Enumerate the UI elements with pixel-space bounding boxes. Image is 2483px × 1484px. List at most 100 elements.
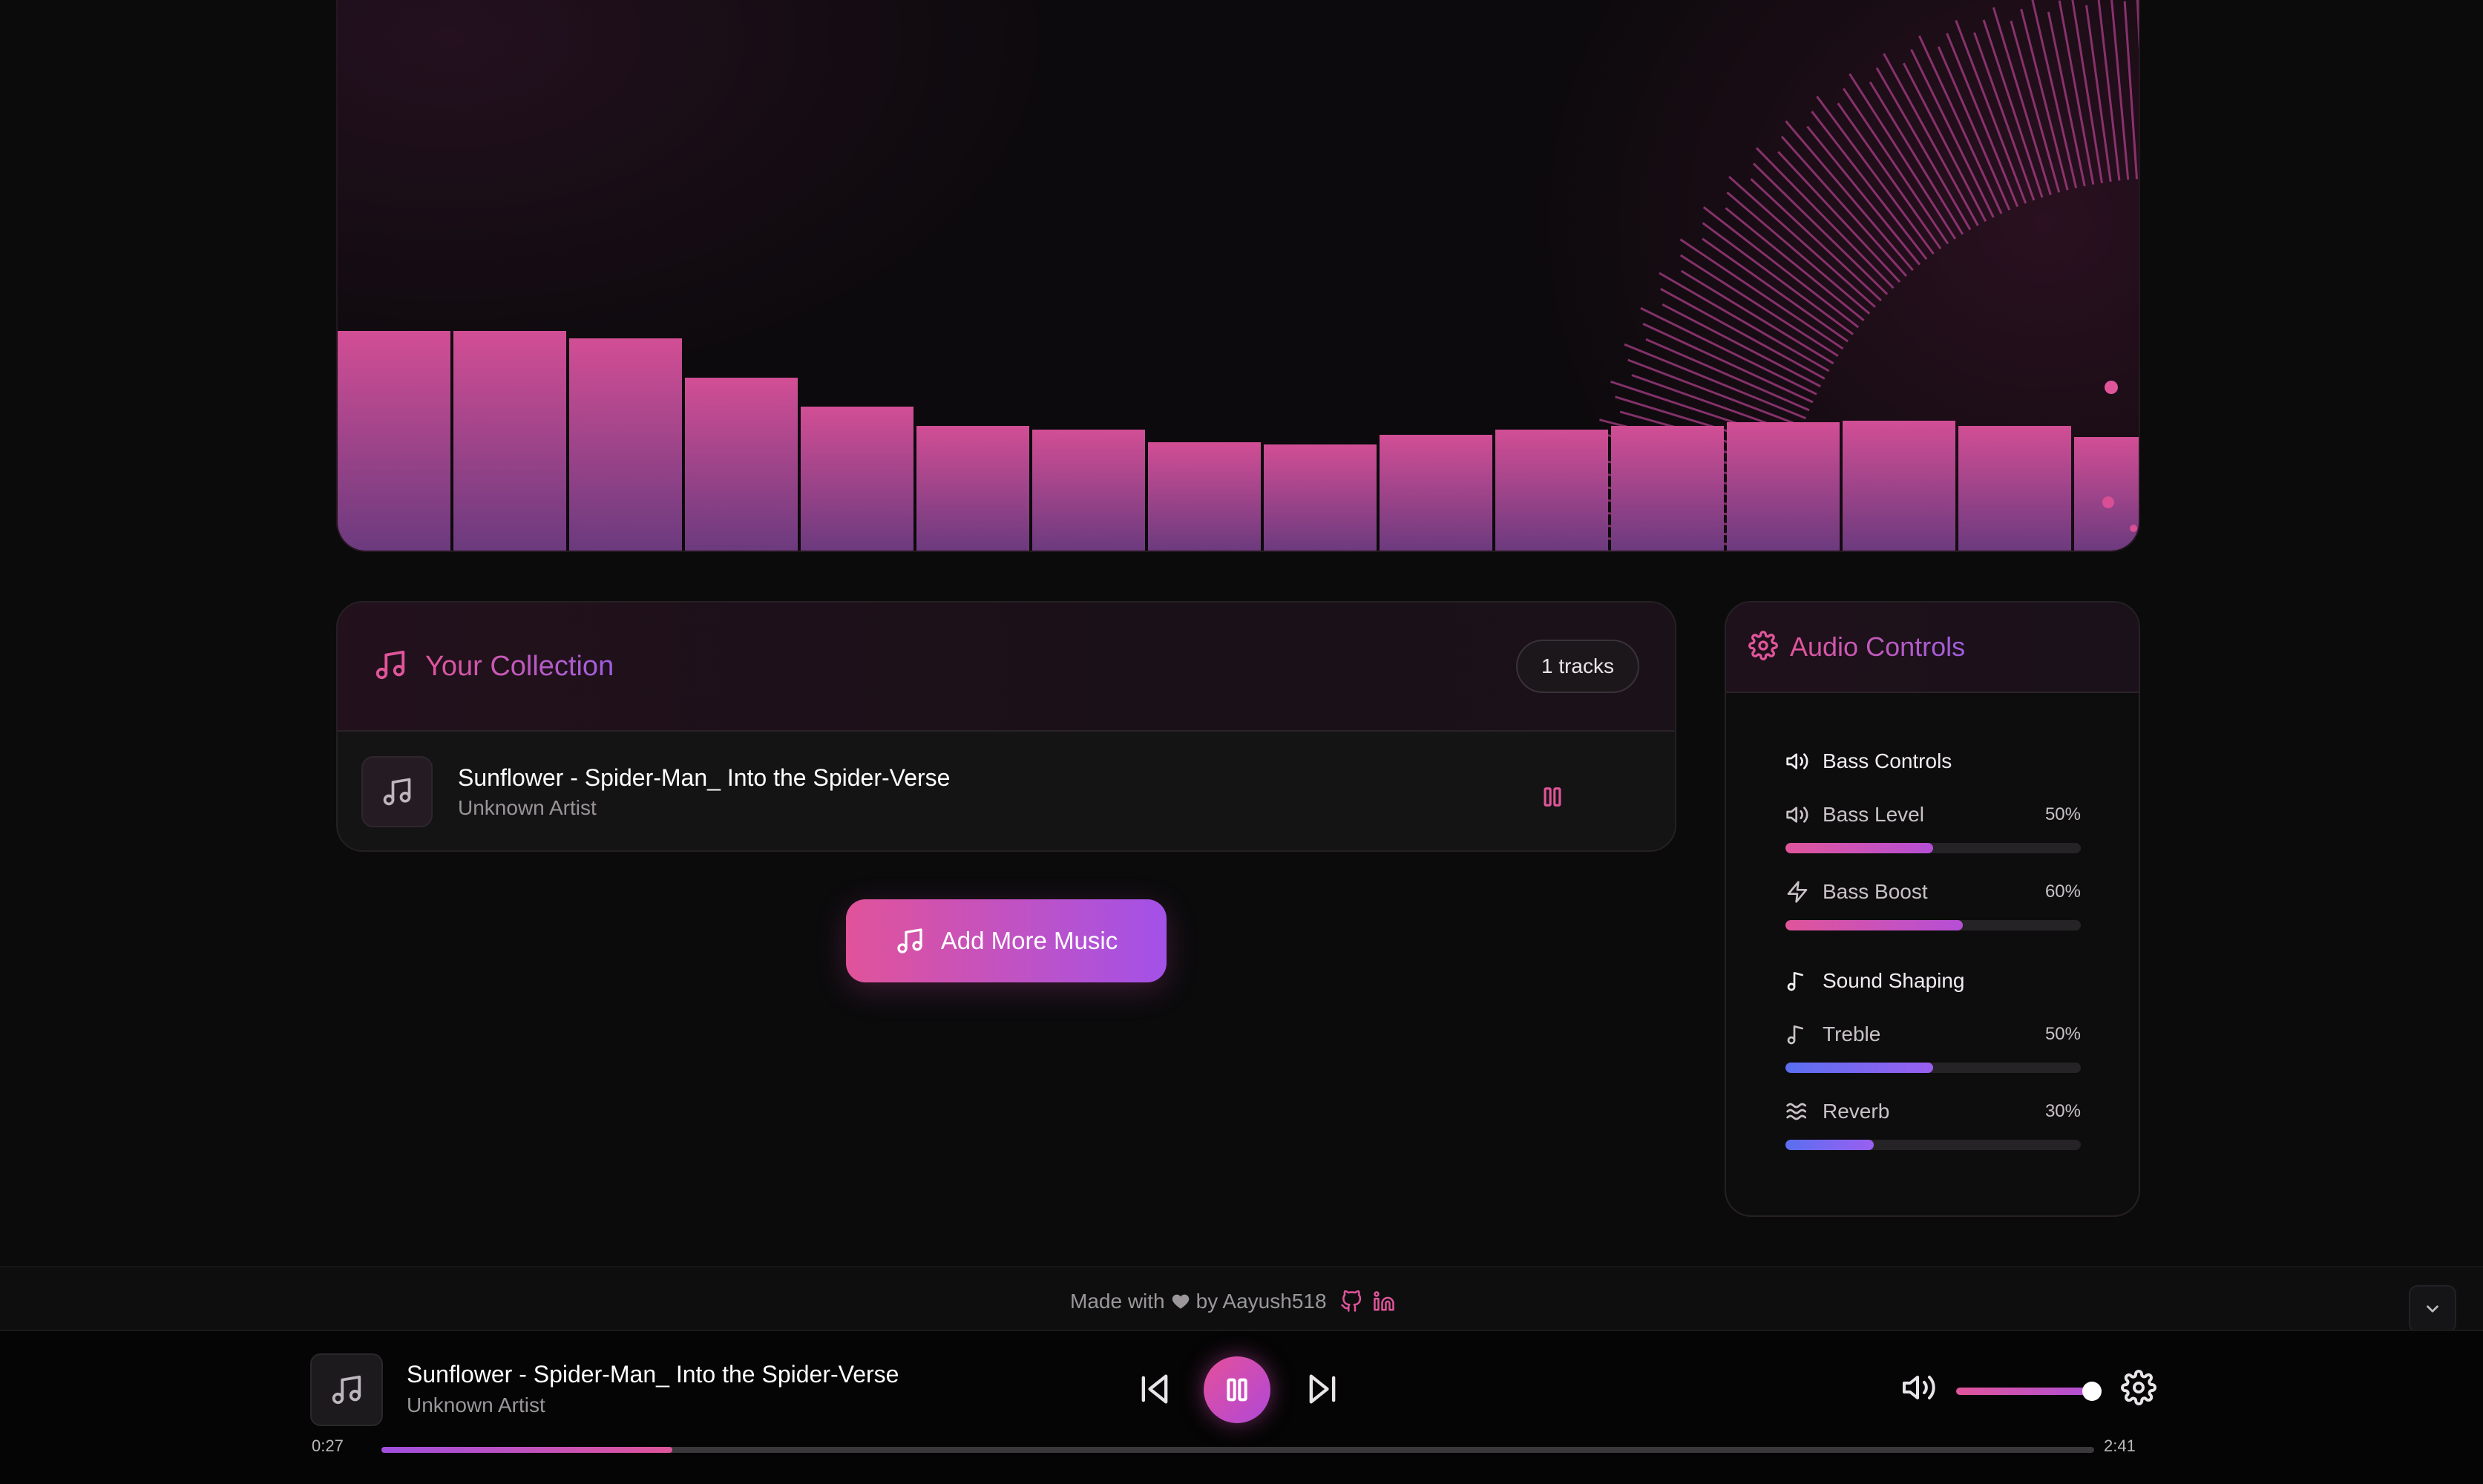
- visualizer-bar: [453, 331, 566, 551]
- visualizer-ray: [2010, 20, 2061, 193]
- bass-level-value: 50%: [2044, 804, 2081, 824]
- volume-icon: [1903, 1376, 1935, 1399]
- audio-visualizer: [336, 0, 2140, 552]
- visualizer-ray: [1918, 35, 2003, 214]
- bass-level-control[interactable]: Bass Level 50%: [1785, 803, 2081, 853]
- bass-controls-heading: Bass Controls: [1785, 749, 1952, 773]
- visualizer-ray: [2136, 0, 2139, 51]
- visualizer-bar: [1727, 422, 1840, 551]
- visualizer-ray: [1702, 206, 1860, 329]
- linkedin-icon[interactable]: [1373, 1290, 1395, 1313]
- add-more-music-label: Add More Music: [940, 927, 1118, 954]
- bass-boost-control[interactable]: Bass Boost 60%: [1785, 880, 2081, 930]
- visualizer-bar: [1032, 430, 1145, 551]
- next-track-button[interactable]: [1303, 1370, 1342, 1412]
- heart-icon: [1172, 1294, 1189, 1309]
- music-note-icon: [897, 928, 922, 953]
- now-playing-title: Sunflower - Spider-Man_ Into the Spider-…: [407, 1361, 899, 1388]
- elapsed-time: 0:27: [312, 1437, 344, 1455]
- bass-level-label: Bass Level: [1823, 803, 1924, 826]
- audio-controls-panel: Audio Controls Bass Controls Bass Level …: [1725, 601, 2140, 1217]
- particle-dot: [2130, 525, 2137, 532]
- pause-icon: [1544, 787, 1561, 807]
- sound-shaping-heading: Sound Shaping: [1785, 969, 1965, 993]
- lightning-icon: [1787, 881, 1808, 903]
- treble-fill: [1785, 1063, 1933, 1073]
- collection-header: Your Collection 1 tracks: [338, 603, 1675, 732]
- treble-label: Treble: [1823, 1022, 1881, 1045]
- github-icon[interactable]: [1340, 1290, 1362, 1313]
- particle-dot: [2105, 381, 2118, 394]
- settings-button[interactable]: [2121, 1370, 2156, 1409]
- collection-title: Your Collection: [425, 650, 614, 682]
- visualizer-bar: [1264, 444, 1377, 551]
- track-pause-button[interactable]: [1525, 769, 1580, 824]
- seek-bar[interactable]: [381, 1447, 2094, 1453]
- gear-icon: [1748, 630, 1778, 664]
- treble-slider[interactable]: [1785, 1063, 2081, 1073]
- visualizer-ray: [1869, 81, 1964, 235]
- visualizer-ray: [1816, 96, 1935, 255]
- bass-level-slider[interactable]: [1785, 843, 2081, 853]
- track-artist: Unknown Artist: [458, 795, 597, 819]
- footer: Made with by Aayush518: [0, 1266, 2483, 1333]
- visualizer-bar: [1958, 426, 2071, 551]
- bass-boost-value: 60%: [2044, 881, 2081, 902]
- visualizer-bar: [1611, 426, 1724, 551]
- reverb-control[interactable]: Reverb 30%: [1785, 1100, 2081, 1150]
- visualizer-bar: [2074, 437, 2139, 551]
- bass-boost-slider[interactable]: [1785, 920, 2081, 930]
- track-list-item[interactable]: Sunflower - Spider-Man_ Into the Spider-…: [338, 732, 1675, 850]
- sound-shaping-label: Sound Shaping: [1823, 969, 1965, 992]
- visualizer-bar: [569, 338, 682, 551]
- bass-boost-fill: [1785, 920, 1963, 930]
- visualizer-canvas: [338, 0, 2139, 551]
- music-note-icon: [383, 778, 411, 806]
- seek-bar-fill: [381, 1447, 673, 1453]
- visualizer-ray: [2031, 0, 2078, 188]
- made-with-text: Made with: [1070, 1290, 1165, 1313]
- treble-value: 50%: [2044, 1024, 2081, 1044]
- music-note-icon: [373, 648, 407, 686]
- reverb-fill: [1785, 1140, 1874, 1150]
- volume-slider-thumb[interactable]: [2082, 1382, 2102, 1401]
- visualizer-ray: [1660, 288, 1826, 380]
- visualizer-bar: [801, 407, 914, 551]
- footer-credit: Made with by Aayush518: [1070, 1290, 1395, 1313]
- volume-slider[interactable]: [1956, 1388, 2093, 1395]
- pause-icon: [1227, 1378, 1247, 1402]
- add-more-music-button[interactable]: Add More Music: [846, 899, 1167, 982]
- now-playing-bar: Sunflower - Spider-Man_ Into the Spider-…: [0, 1330, 2483, 1484]
- speaker-icon: [1786, 753, 1808, 769]
- author-text: by Aayush518: [1195, 1290, 1327, 1313]
- visualizer-bar: [1380, 435, 1492, 551]
- reverb-slider[interactable]: [1785, 1140, 2081, 1150]
- previous-track-button[interactable]: [1135, 1370, 1174, 1412]
- track-thumbnail: [361, 756, 433, 827]
- music-note-icon: [1787, 1025, 1803, 1045]
- visualizer-bar: [916, 426, 1029, 551]
- visualizer-ray: [2097, 0, 2121, 181]
- visualizer-ray: [1910, 48, 1995, 218]
- play-pause-button[interactable]: [1204, 1356, 1270, 1423]
- mute-button[interactable]: [1901, 1370, 1937, 1409]
- track-title: Sunflower - Spider-Man_ Into the Spider-…: [458, 764, 951, 791]
- visualizer-bar: [1843, 421, 1955, 551]
- visualizer-ray: [2020, 8, 2069, 191]
- music-note-icon: [332, 1375, 361, 1405]
- skip-back-icon: [1141, 1374, 1168, 1404]
- total-duration: 2:41: [2104, 1437, 2136, 1455]
- bass-level-fill: [1785, 843, 1933, 853]
- track-count-badge: 1 tracks: [1515, 640, 1639, 693]
- treble-control[interactable]: Treble 50%: [1785, 1022, 2081, 1073]
- now-playing-thumbnail: [310, 1353, 383, 1426]
- reverb-label: Reverb: [1823, 1100, 1890, 1123]
- visualizer-bar: [685, 378, 798, 551]
- collapse-footer-button[interactable]: [2409, 1285, 2456, 1333]
- visualizer-bar: [338, 331, 450, 551]
- visualizer-ray: [1680, 269, 1834, 365]
- reverb-value: 30%: [2044, 1101, 2081, 1121]
- frequency-bars: [338, 331, 2139, 551]
- skip-forward-icon: [1309, 1374, 1336, 1404]
- visualizer-bar: [1148, 442, 1261, 551]
